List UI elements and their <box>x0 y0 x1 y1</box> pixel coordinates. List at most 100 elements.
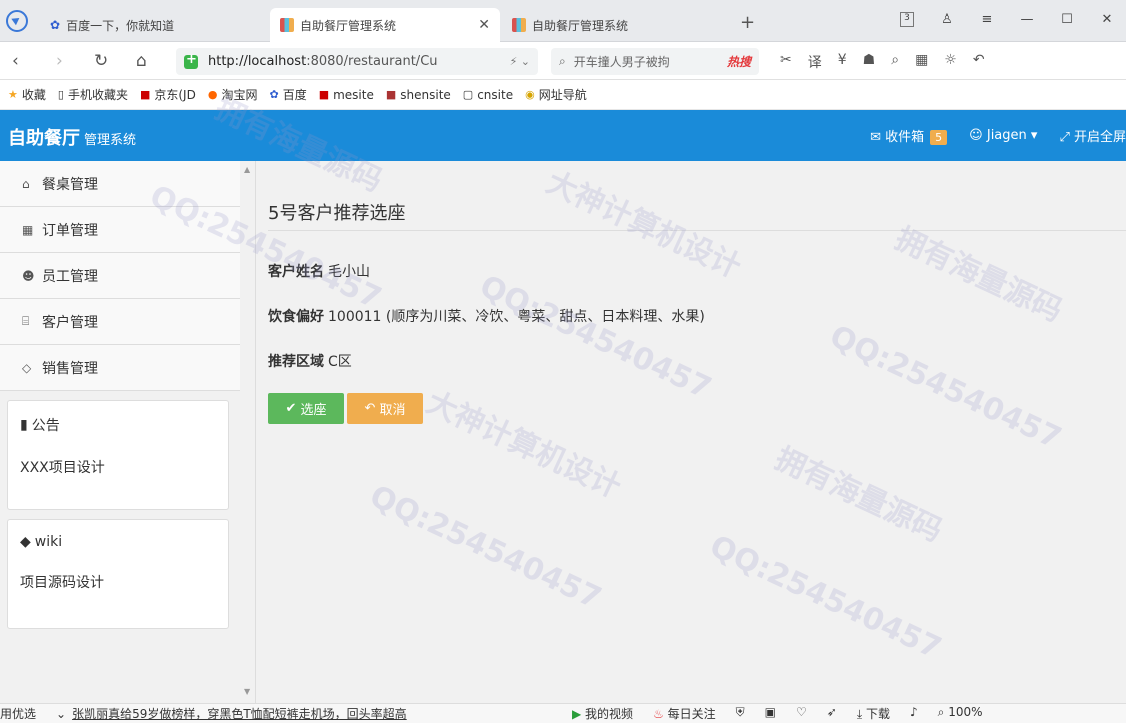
bookmark-label: 淘宝网 <box>221 88 258 102</box>
app-brand[interactable]: 自助餐厅 管理系统 <box>8 124 136 150</box>
zoom-level[interactable]: ⌕ 100% <box>938 705 983 722</box>
search-input[interactable]: ⌕ 开车撞人男子被拘 热搜 <box>551 48 759 75</box>
menu-icon[interactable]: ≡ <box>980 12 994 27</box>
jd-icon: ■ <box>139 88 151 101</box>
cancel-button[interactable]: ↶ 取消 <box>347 393 423 424</box>
daily-focus-label: 每日关注 <box>667 707 716 721</box>
scissors-icon[interactable]: ✂ <box>780 52 792 72</box>
translate-icon[interactable]: 译 <box>808 52 822 72</box>
bookmark-item[interactable]: ■ 京东(JD <box>140 86 196 103</box>
user-menu[interactable]: ☺ Jiagen ▾ <box>969 128 1037 143</box>
image-icon[interactable]: ▣ <box>765 705 776 722</box>
forward-icon[interactable]: › <box>56 51 63 71</box>
rocket-icon[interactable]: ➶ <box>827 705 837 722</box>
bookmark-favorites[interactable]: ★ 收藏 <box>8 86 46 103</box>
sidebar-item-orders[interactable]: ▦ 订单管理 <box>0 207 240 253</box>
shirt-icon[interactable]: ♙ <box>940 12 954 27</box>
baidu-paw-icon: ✿ <box>50 18 61 32</box>
heart-icon[interactable]: ♡ <box>796 705 807 722</box>
tab-count-badge[interactable]: 3 <box>900 12 914 27</box>
speaker-icon[interactable]: ♪ <box>910 705 918 722</box>
bookmark-label: 网址导航 <box>538 88 587 102</box>
tab-restaurant-active[interactable]: 自助餐厅管理系统 ✕ <box>270 8 500 42</box>
recommended-area-label: 推荐区域 <box>268 354 324 370</box>
bookmark-item[interactable]: ▯ 手机收藏夹 <box>58 86 128 103</box>
my-video-label: 我的视频 <box>585 707 634 721</box>
secure-shield-icon <box>184 52 198 69</box>
fullscreen-button[interactable]: ⤢ 开启全屏 <box>1059 126 1126 145</box>
check-icon: ✔ <box>285 401 297 416</box>
browser-logo-icon[interactable] <box>6 10 28 32</box>
bookmark-label: 收藏 <box>21 88 46 102</box>
scroll-down-icon[interactable]: ▼ <box>244 687 250 696</box>
sidebar-scrollbar[interactable]: ▲ ▼ <box>240 161 254 703</box>
status-left: 用优选 ⌄ 张凯丽真给59岁做榜样，穿黑色T恤配短裤走机场，回头率超高 <box>0 705 407 722</box>
sidebar-item-label: 客户管理 <box>42 314 98 331</box>
close-tab-icon[interactable]: ✕ <box>478 17 490 33</box>
download-link[interactable]: ⤓ 下载 <box>857 705 890 722</box>
scroll-up-icon[interactable]: ▲ <box>244 165 250 174</box>
toolbar-icons: ✂ 译 ¥ ☗ ⌕ ▦ ☼ ↶ <box>780 52 985 72</box>
hot-search-label[interactable]: 热搜 <box>727 53 751 70</box>
app-header: 自助餐厅 管理系统 ✉ 收件箱 5 ☺ Jiagen ▾ ⤢ 开启全屏 <box>0 110 1126 161</box>
bookmark-item[interactable]: ✿ 百度 <box>269 86 306 103</box>
sidebar-item-label: 订单管理 <box>42 222 98 239</box>
minimize-icon[interactable]: — <box>1020 12 1034 27</box>
bookmark-item[interactable]: ■ mesite <box>319 88 374 102</box>
baidu-paw-icon: ✿ <box>269 88 279 101</box>
undo-icon[interactable]: ↶ <box>973 52 985 72</box>
notice-panel: ▮ 公告 XXX项目设计 <box>7 400 229 510</box>
shield-status-icon[interactable]: ⛨ <box>736 705 745 722</box>
phone-icon: ▯ <box>57 88 64 101</box>
sidebar-item-staff[interactable]: ☻ 员工管理 <box>0 253 240 299</box>
tab-label: 自助餐厅管理系统 <box>300 18 397 33</box>
compass-icon: ◉ <box>525 88 535 101</box>
game-icon[interactable]: ☗ <box>863 52 876 72</box>
status-left-label[interactable]: 用优选 <box>0 707 36 721</box>
inbox-count-badge: 5 <box>930 130 948 145</box>
play-icon: ▶ <box>572 707 586 721</box>
zoom-search-icon[interactable]: ⌕ <box>891 52 899 72</box>
taobao-icon: ● <box>207 88 218 101</box>
tab-baidu[interactable]: ✿ 百度一下，你就知道 <box>40 8 265 42</box>
url-tools-icon[interactable]: ⚡ ⌄ <box>510 55 530 68</box>
sidebar-item-tables[interactable]: ⌂ 餐桌管理 <box>0 161 240 207</box>
maximize-icon[interactable]: ☐ <box>1060 12 1074 27</box>
customer-name-value: 毛小山 <box>328 264 370 280</box>
home-icon[interactable]: ⌂ <box>136 51 147 71</box>
chevron-down-icon: ⌄ <box>56 707 67 721</box>
customer-name-label: 客户姓名 <box>268 264 324 280</box>
grid-icon[interactable]: ▦ <box>915 52 928 72</box>
bookmark-item[interactable]: ● 淘宝网 <box>208 86 258 103</box>
customer-name-row: 客户姓名 毛小山 <box>268 261 370 281</box>
expand-icon: ⤢ <box>1059 130 1074 145</box>
sidebar-item-customers[interactable]: ⌸ 客户管理 <box>0 299 240 345</box>
my-video-link[interactable]: ▶ 我的视频 <box>572 705 633 722</box>
inbox-label: 收件箱 <box>885 130 925 145</box>
tab-restaurant[interactable]: 自助餐厅管理系统 <box>502 8 727 42</box>
new-tab-button[interactable]: + <box>740 12 755 33</box>
wiki-title-text: wiki <box>34 534 63 550</box>
brightness-icon[interactable]: ☼ <box>944 52 957 72</box>
back-icon[interactable]: ‹ <box>12 51 19 71</box>
bookmark-icon: ▮ <box>20 417 28 433</box>
reload-icon[interactable]: ↻ <box>94 51 108 71</box>
users-icon: ☺ <box>969 128 987 143</box>
bookmark-item[interactable]: ▢ cnsite <box>463 88 513 102</box>
url-input[interactable]: http://localhost:8080/restaurant/Cu ⚡ ⌄ <box>176 48 538 75</box>
tab-label: 百度一下，你就知道 <box>66 18 175 33</box>
select-seat-button[interactable]: ✔ 选座 <box>268 393 344 424</box>
main-content: 5号客户推荐选座 客户姓名 毛小山 饮食偏好 100011 (顺序为川菜、冷饮、粤菜… <box>257 161 1126 703</box>
daily-focus-link[interactable]: ♨ 每日关注 <box>653 705 716 722</box>
bookmark-label: 京东(JD <box>154 88 196 102</box>
sidebar-item-sales[interactable]: ◇ 销售管理 <box>0 345 240 391</box>
inbox-link[interactable]: ✉ 收件箱 5 <box>870 126 948 145</box>
bookmark-item[interactable]: ■ shensite <box>386 88 451 102</box>
sidebar: ⌂ 餐桌管理 ▦ 订单管理 ☻ 员工管理 ⌸ 客户管理 ◇ 销售管理 ▮ 公告 XXX项目设… <box>0 161 256 703</box>
wiki-body: 项目源码设计 <box>20 575 104 591</box>
search-icon: ⌕ <box>559 54 566 68</box>
bookmark-item[interactable]: ◉ 网址导航 <box>525 86 587 103</box>
coin-icon[interactable]: ¥ <box>838 52 847 72</box>
close-window-icon[interactable]: ✕ <box>1100 12 1114 27</box>
news-ticker[interactable]: 张凯丽真给59岁做榜样，穿黑色T恤配短裤走机场，回头率超高 <box>72 707 407 721</box>
